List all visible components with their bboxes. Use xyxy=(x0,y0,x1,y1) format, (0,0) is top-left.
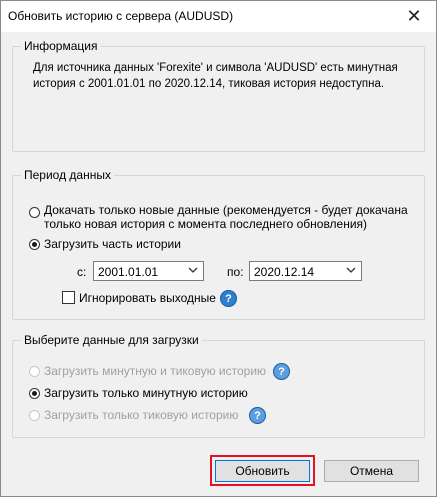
period-group-label: Период данных xyxy=(21,168,114,182)
dialog-window: Обновить историю с сервера (AUDUSD) ✕ Ин… xyxy=(0,0,437,497)
info-group-label: Информация xyxy=(21,39,101,53)
radio-tick-only[interactable] xyxy=(29,410,40,421)
radio-download-new-label-2[interactable]: только новая история с момента последнег… xyxy=(44,217,367,231)
period-group: Период данных Докачать только новые данн… xyxy=(12,168,425,320)
radio-tick-only-label[interactable]: Загрузить только тиковую историю xyxy=(44,408,238,422)
radio-download-new-label-1[interactable]: Докачать только новые данные (рекомендуе… xyxy=(44,203,408,217)
title-bar: Обновить историю с сервера (AUDUSD) ✕ xyxy=(1,1,436,32)
radio-download-new[interactable] xyxy=(29,207,40,218)
to-date-value: 2020.12.14 xyxy=(254,265,315,279)
select-data-group: Выберите данные для загрузки Загрузить м… xyxy=(12,333,425,438)
radio-download-part-label[interactable]: Загрузить часть истории xyxy=(44,237,181,251)
help-icon[interactable]: ? xyxy=(220,290,237,307)
update-button[interactable]: Обновить xyxy=(215,460,310,482)
info-line-2: история с 2001.01.01 по 2020.12.14, тико… xyxy=(33,78,385,90)
to-label: по: xyxy=(227,265,244,279)
radio-download-part[interactable] xyxy=(29,239,40,250)
ignore-weekends-label[interactable]: Игнорировать выходные xyxy=(79,291,216,305)
close-icon: ✕ xyxy=(406,6,422,26)
cancel-button[interactable]: Отмена xyxy=(324,460,419,482)
radio-minute-only-label[interactable]: Загрузить только минутную историю xyxy=(44,386,248,400)
radio-minute-tick-label[interactable]: Загрузить минутную и тиковую историю xyxy=(44,364,266,378)
chevron-down-icon xyxy=(188,267,198,273)
from-date-value: 2001.01.01 xyxy=(98,265,159,279)
from-label: с: xyxy=(77,265,87,279)
radio-minute-only[interactable] xyxy=(29,388,40,399)
ignore-weekends-checkbox[interactable] xyxy=(62,291,75,304)
select-data-group-label: Выберите данные для загрузки xyxy=(21,333,202,347)
info-group: Информация Для источника данных 'Forexit… xyxy=(12,39,425,152)
from-date-select[interactable]: 2001.01.01 xyxy=(93,261,204,281)
close-button[interactable]: ✕ xyxy=(392,1,436,32)
help-icon[interactable]: ? xyxy=(249,407,266,424)
window-title: Обновить историю с сервера (AUDUSD) xyxy=(8,9,234,23)
to-date-select[interactable]: 2020.12.14 xyxy=(249,261,362,281)
info-line-1: Для источника данных 'Forexite' и символ… xyxy=(33,62,398,74)
radio-minute-tick[interactable] xyxy=(29,366,40,377)
help-icon[interactable]: ? xyxy=(273,363,290,380)
chevron-down-icon xyxy=(346,267,356,273)
